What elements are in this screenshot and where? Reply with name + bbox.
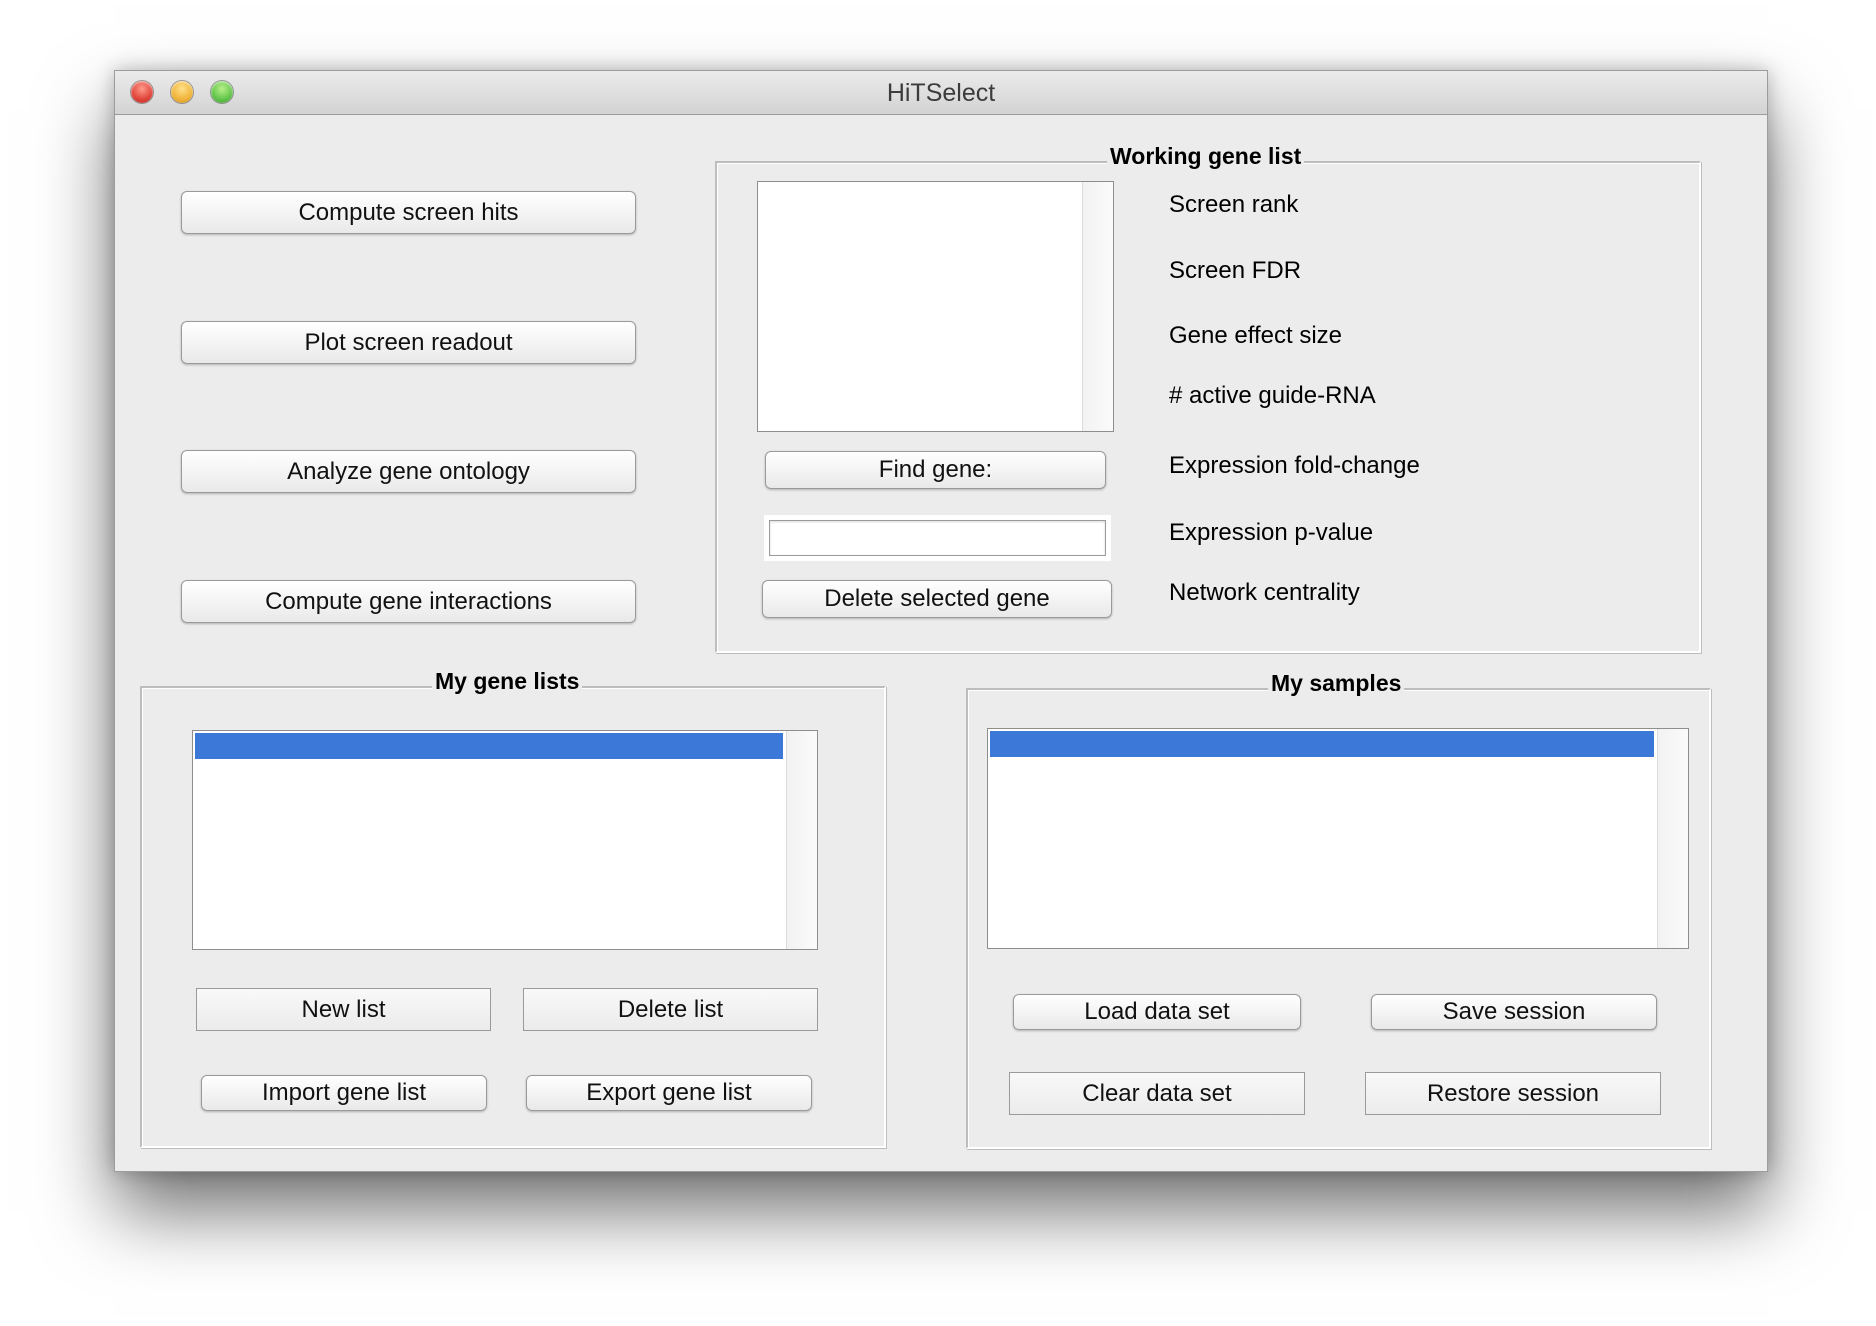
import-gene-list-label: Import gene list [261,1079,427,1106]
metric-screen-rank: Screen rank [1169,191,1299,218]
delete-list-button[interactable]: Delete list [523,988,818,1031]
delete-selected-gene-label: Delete selected gene [824,585,1050,612]
working-gene-listbox[interactable] [757,181,1114,432]
my-gene-lists-title: My gene lists [432,668,583,695]
selected-gene-list-row[interactable] [195,733,783,759]
metric-expression-fold-change: Expression fold-change [1169,452,1420,479]
load-data-set-button[interactable]: Load data set [1013,994,1301,1030]
my-gene-lists-listbox[interactable] [192,730,818,950]
find-gene-button[interactable]: Find gene: [765,451,1106,489]
save-session-label: Save session [1442,998,1586,1025]
delete-selected-gene-button[interactable]: Delete selected gene [762,580,1112,618]
load-data-set-label: Load data set [1084,998,1230,1025]
clear-data-set-button[interactable]: Clear data set [1009,1072,1305,1115]
compute-screen-hits-label: Compute screen hits [298,199,519,226]
window-title: HiTSelect [886,79,996,107]
delete-list-label: Delete list [617,996,724,1023]
compute-gene-interactions-button[interactable]: Compute gene interactions [181,580,636,623]
export-gene-list-label: Export gene list [586,1079,752,1106]
metric-active-guide-rna: # active guide-RNA [1169,382,1376,409]
restore-session-button[interactable]: Restore session [1365,1072,1661,1115]
plot-screen-readout-button[interactable]: Plot screen readout [181,321,636,364]
my-samples-scrollbar[interactable] [1657,729,1688,948]
save-session-button[interactable]: Save session [1371,994,1657,1030]
my-gene-lists-scrollbar[interactable] [786,731,817,949]
working-gene-list-scrollbar[interactable] [1082,182,1113,431]
compute-gene-interactions-label: Compute gene interactions [265,588,552,615]
clear-data-set-label: Clear data set [1082,1080,1232,1107]
analyze-gene-ontology-label: Analyze gene ontology [287,458,530,485]
selected-sample-row[interactable] [990,731,1654,757]
metric-network-centrality: Network centrality [1169,579,1360,606]
working-gene-list-title: Working gene list [1107,143,1305,170]
metric-screen-fdr: Screen FDR [1169,257,1302,284]
compute-screen-hits-button[interactable]: Compute screen hits [181,191,636,234]
find-gene-input[interactable] [769,520,1106,556]
new-list-button[interactable]: New list [196,988,491,1031]
restore-session-label: Restore session [1426,1080,1600,1107]
metric-gene-effect-size: Gene effect size [1169,322,1342,349]
import-gene-list-button[interactable]: Import gene list [201,1075,487,1111]
my-samples-listbox[interactable] [987,728,1689,949]
find-gene-label: Find gene: [878,456,993,483]
analyze-gene-ontology-button[interactable]: Analyze gene ontology [181,450,636,493]
new-list-label: New list [301,996,386,1023]
metric-expression-p-value: Expression p-value [1169,519,1374,546]
app-window: HiTSelect Compute screen hits Plot scree… [114,70,1768,1172]
plot-screen-readout-label: Plot screen readout [304,329,513,356]
export-gene-list-button[interactable]: Export gene list [526,1075,812,1111]
title-bar: HiTSelect [115,71,1767,115]
my-samples-title: My samples [1268,670,1405,697]
